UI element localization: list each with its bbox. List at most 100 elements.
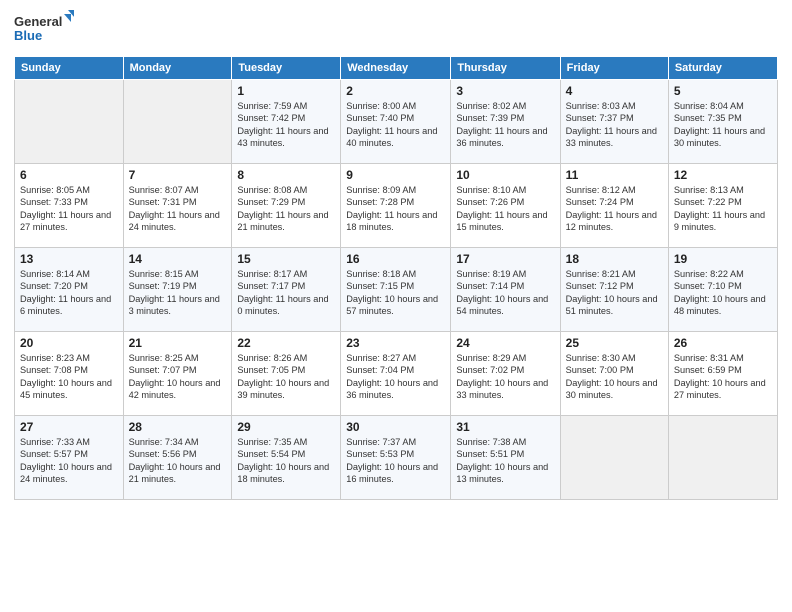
day-info: Sunrise: 8:18 AMSunset: 7:15 PMDaylight:…	[346, 268, 445, 318]
day-number: 31	[456, 420, 554, 434]
day-number: 2	[346, 84, 445, 98]
calendar-cell: 20 Sunrise: 8:23 AMSunset: 7:08 PMDayligh…	[15, 332, 124, 416]
day-number: 23	[346, 336, 445, 350]
header-day-tuesday: Tuesday	[232, 57, 341, 80]
day-number: 15	[237, 252, 335, 266]
calendar-cell: 19 Sunrise: 8:22 AMSunset: 7:10 PMDayligh…	[668, 248, 777, 332]
day-number: 26	[674, 336, 772, 350]
day-info: Sunrise: 8:19 AMSunset: 7:14 PMDaylight:…	[456, 268, 554, 318]
day-info: Sunrise: 8:10 AMSunset: 7:26 PMDaylight:…	[456, 184, 554, 234]
calendar-cell: 5Sunrise: 8:04 AMSunset: 7:35 PMDaylight…	[668, 80, 777, 164]
day-number: 8	[237, 168, 335, 182]
day-number: 29	[237, 420, 335, 434]
day-number: 9	[346, 168, 445, 182]
calendar-cell: 6Sunrise: 8:05 AMSunset: 7:33 PMDaylight…	[15, 164, 124, 248]
day-info: Sunrise: 8:29 AMSunset: 7:02 PMDaylight:…	[456, 352, 554, 402]
calendar-cell	[668, 416, 777, 500]
day-info: Sunrise: 8:15 AMSunset: 7:19 PMDaylight:…	[129, 268, 227, 318]
calendar-cell: 11 Sunrise: 8:12 AMSunset: 7:24 PMDayligh…	[560, 164, 668, 248]
calendar-cell: 16 Sunrise: 8:18 AMSunset: 7:15 PMDayligh…	[341, 248, 451, 332]
calendar-cell: 28 Sunrise: 7:34 AMSunset: 5:56 PMDayligh…	[123, 416, 232, 500]
calendar-cell: 18 Sunrise: 8:21 AMSunset: 7:12 PMDayligh…	[560, 248, 668, 332]
day-number: 22	[237, 336, 335, 350]
day-number: 13	[20, 252, 118, 266]
day-number: 19	[674, 252, 772, 266]
svg-text:General: General	[14, 14, 62, 29]
calendar-cell: 12 Sunrise: 8:13 AMSunset: 7:22 PMDayligh…	[668, 164, 777, 248]
calendar-cell: 3 Sunrise: 8:02 AMSunset: 7:39 PMDaylight…	[451, 80, 560, 164]
day-info: Sunrise: 8:03 AMSunset: 7:37 PMDaylight:…	[566, 100, 663, 150]
calendar-cell: 1Sunrise: 7:59 AMSunset: 7:42 PMDaylight…	[232, 80, 341, 164]
day-number: 24	[456, 336, 554, 350]
calendar-week-4: 20 Sunrise: 8:23 AMSunset: 7:08 PMDayligh…	[15, 332, 778, 416]
day-info: Sunrise: 7:33 AMSunset: 5:57 PMDaylight:…	[20, 436, 118, 486]
day-number: 27	[20, 420, 118, 434]
calendar-cell: 31Sunrise: 7:38 AMSunset: 5:51 PMDayligh…	[451, 416, 560, 500]
day-info: Sunrise: 8:26 AMSunset: 7:05 PMDaylight:…	[237, 352, 335, 402]
day-number: 28	[129, 420, 227, 434]
day-info: Sunrise: 8:21 AMSunset: 7:12 PMDaylight:…	[566, 268, 663, 318]
day-info: Sunrise: 8:07 AMSunset: 7:31 PMDaylight:…	[129, 184, 227, 234]
day-info: Sunrise: 8:25 AMSunset: 7:07 PMDaylight:…	[129, 352, 227, 402]
day-info: Sunrise: 8:17 AMSunset: 7:17 PMDaylight:…	[237, 268, 335, 318]
calendar-cell: 9 Sunrise: 8:09 AMSunset: 7:28 PMDaylight…	[341, 164, 451, 248]
calendar-cell	[123, 80, 232, 164]
calendar-week-2: 6Sunrise: 8:05 AMSunset: 7:33 PMDaylight…	[15, 164, 778, 248]
day-info: Sunrise: 8:22 AMSunset: 7:10 PMDaylight:…	[674, 268, 772, 318]
day-info: Sunrise: 8:08 AMSunset: 7:29 PMDaylight:…	[237, 184, 335, 234]
day-number: 14	[129, 252, 227, 266]
day-info: Sunrise: 8:02 AMSunset: 7:39 PMDaylight:…	[456, 100, 554, 150]
day-number: 11	[566, 168, 663, 182]
header: General Blue	[14, 10, 778, 48]
day-number: 12	[674, 168, 772, 182]
calendar-table: SundayMondayTuesdayWednesdayThursdayFrid…	[14, 56, 778, 500]
calendar-cell: 10Sunrise: 8:10 AMSunset: 7:26 PMDayligh…	[451, 164, 560, 248]
header-day-saturday: Saturday	[668, 57, 777, 80]
calendar-cell: 2 Sunrise: 8:00 AMSunset: 7:40 PMDaylight…	[341, 80, 451, 164]
calendar-cell: 13 Sunrise: 8:14 AMSunset: 7:20 PMDayligh…	[15, 248, 124, 332]
day-info: Sunrise: 7:35 AMSunset: 5:54 PMDaylight:…	[237, 436, 335, 486]
calendar-cell: 25Sunrise: 8:30 AMSunset: 7:00 PMDayligh…	[560, 332, 668, 416]
day-number: 18	[566, 252, 663, 266]
logo-svg: General Blue	[14, 10, 74, 48]
day-number: 20	[20, 336, 118, 350]
calendar-cell: 27 Sunrise: 7:33 AMSunset: 5:57 PMDayligh…	[15, 416, 124, 500]
calendar-cell: 14 Sunrise: 8:15 AMSunset: 7:19 PMDayligh…	[123, 248, 232, 332]
calendar-week-1: 1Sunrise: 7:59 AMSunset: 7:42 PMDaylight…	[15, 80, 778, 164]
calendar-cell: 4 Sunrise: 8:03 AMSunset: 7:37 PMDaylight…	[560, 80, 668, 164]
day-info: Sunrise: 7:34 AMSunset: 5:56 PMDaylight:…	[129, 436, 227, 486]
page: General Blue SundayMondayTuesdayWednesda…	[0, 0, 792, 612]
calendar-week-5: 27 Sunrise: 7:33 AMSunset: 5:57 PMDayligh…	[15, 416, 778, 500]
header-day-wednesday: Wednesday	[341, 57, 451, 80]
day-number: 30	[346, 420, 445, 434]
day-info: Sunrise: 8:09 AMSunset: 7:28 PMDaylight:…	[346, 184, 445, 234]
day-number: 3	[456, 84, 554, 98]
calendar-cell	[560, 416, 668, 500]
day-info: Sunrise: 7:59 AMSunset: 7:42 PMDaylight:…	[237, 100, 335, 150]
calendar-header-row: SundayMondayTuesdayWednesdayThursdayFrid…	[15, 57, 778, 80]
day-info: Sunrise: 7:37 AMSunset: 5:53 PMDaylight:…	[346, 436, 445, 486]
day-number: 17	[456, 252, 554, 266]
day-info: Sunrise: 8:04 AMSunset: 7:35 PMDaylight:…	[674, 100, 772, 150]
day-info: Sunrise: 8:12 AMSunset: 7:24 PMDaylight:…	[566, 184, 663, 234]
day-info: Sunrise: 8:13 AMSunset: 7:22 PMDaylight:…	[674, 184, 772, 234]
header-day-sunday: Sunday	[15, 57, 124, 80]
calendar-cell: 7 Sunrise: 8:07 AMSunset: 7:31 PMDaylight…	[123, 164, 232, 248]
header-day-thursday: Thursday	[451, 57, 560, 80]
svg-text:Blue: Blue	[14, 28, 42, 43]
day-info: Sunrise: 8:14 AMSunset: 7:20 PMDaylight:…	[20, 268, 118, 318]
calendar-body: 1Sunrise: 7:59 AMSunset: 7:42 PMDaylight…	[15, 80, 778, 500]
day-number: 25	[566, 336, 663, 350]
day-info: Sunrise: 8:00 AMSunset: 7:40 PMDaylight:…	[346, 100, 445, 150]
day-info: Sunrise: 8:31 AMSunset: 6:59 PMDaylight:…	[674, 352, 772, 402]
calendar-cell: 26 Sunrise: 8:31 AMSunset: 6:59 PMDayligh…	[668, 332, 777, 416]
calendar-cell: 17 Sunrise: 8:19 AMSunset: 7:14 PMDayligh…	[451, 248, 560, 332]
day-number: 7	[129, 168, 227, 182]
day-number: 16	[346, 252, 445, 266]
calendar-cell	[15, 80, 124, 164]
calendar-cell: 29 Sunrise: 7:35 AMSunset: 5:54 PMDayligh…	[232, 416, 341, 500]
header-day-friday: Friday	[560, 57, 668, 80]
calendar-cell: 24 Sunrise: 8:29 AMSunset: 7:02 PMDayligh…	[451, 332, 560, 416]
day-info: Sunrise: 8:23 AMSunset: 7:08 PMDaylight:…	[20, 352, 118, 402]
day-number: 4	[566, 84, 663, 98]
